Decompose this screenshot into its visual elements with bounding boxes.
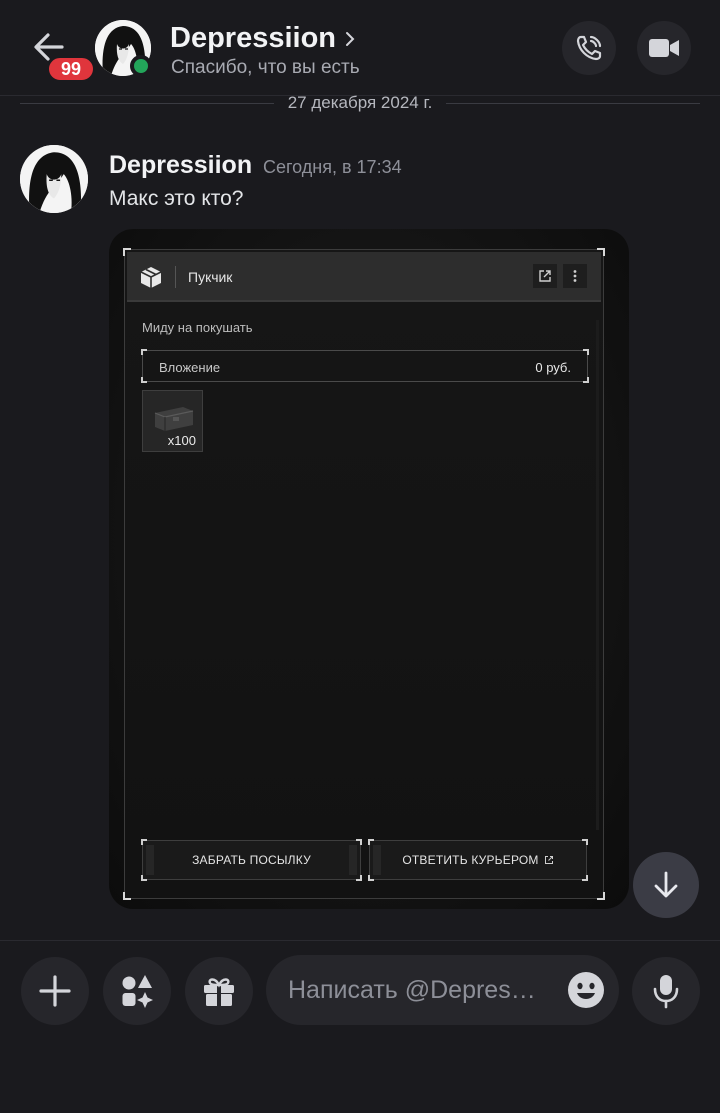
unread-count-badge: 99 bbox=[46, 55, 96, 83]
message-input-placeholder[interactable]: Написать @Depressiion bbox=[288, 976, 548, 1005]
field-corner bbox=[583, 377, 589, 383]
arrow-down-icon bbox=[654, 871, 678, 898]
panel-titlebar: Пукчик bbox=[127, 252, 601, 302]
online-status-indicator bbox=[130, 55, 152, 77]
message-author-name[interactable]: Depressiion bbox=[109, 151, 252, 180]
scroll-to-bottom-button[interactable] bbox=[633, 852, 699, 918]
video-camera-icon bbox=[649, 39, 679, 57]
chat-header: 99 Depressiion Спасибо, что вы есть bbox=[0, 0, 720, 96]
field-corner bbox=[141, 349, 147, 355]
titlebar-divider bbox=[175, 266, 176, 288]
gift-icon bbox=[204, 978, 234, 1006]
take-parcel-button: ЗАБРАТЬ ПОСЫЛКУ bbox=[141, 839, 362, 881]
chevron-right-icon bbox=[346, 31, 355, 46]
date-separator-label: 27 декабря 2024 г. bbox=[287, 93, 433, 112]
attachment-value-field: Вложение 0 руб. bbox=[141, 349, 589, 383]
button-edge bbox=[146, 845, 154, 875]
add-attachment-button[interactable] bbox=[21, 957, 89, 1025]
message-input[interactable]: Написать @Depressiion bbox=[266, 955, 619, 1025]
button-edge bbox=[349, 845, 357, 875]
button-corner bbox=[356, 875, 362, 881]
voice-message-button[interactable] bbox=[632, 957, 700, 1025]
field-label: Вложение bbox=[159, 360, 221, 375]
microphone-icon bbox=[653, 975, 679, 1009]
apps-button[interactable] bbox=[103, 957, 171, 1025]
reply-courier-label: ОТВЕТИТЬ КУРЬЕРОМ bbox=[402, 853, 539, 867]
panel-title: Пукчик bbox=[188, 269, 233, 285]
button-edge bbox=[373, 845, 381, 875]
phone-call-icon bbox=[576, 35, 602, 61]
voice-call-button[interactable] bbox=[562, 21, 616, 75]
take-parcel-label: ЗАБРАТЬ ПОСЫЛКУ bbox=[192, 853, 311, 867]
divider-line bbox=[20, 102, 274, 104]
custom-status-text: Спасибо, что вы есть bbox=[171, 57, 360, 78]
field-corner bbox=[583, 349, 589, 355]
message-author-avatar[interactable] bbox=[20, 145, 88, 213]
plus-icon bbox=[39, 975, 71, 1007]
message-timestamp: Сегодня, в 17:34 bbox=[263, 157, 402, 177]
field-corner bbox=[141, 377, 147, 383]
emoji-smile-icon[interactable] bbox=[567, 971, 605, 1009]
video-call-button[interactable] bbox=[637, 21, 691, 75]
panel-corner bbox=[597, 892, 605, 900]
message-text: Макс это кто? bbox=[109, 187, 244, 210]
game-parcel-panel: Пукчик Миду на покушать Вложение 0 руб. bbox=[123, 248, 605, 900]
button-corner bbox=[582, 839, 588, 845]
panel-scrollbar bbox=[596, 320, 599, 830]
button-corner bbox=[582, 875, 588, 881]
parcel-item-slot: x100 bbox=[142, 390, 203, 452]
gift-button[interactable] bbox=[185, 957, 253, 1025]
date-separator: 27 декабря 2024 г. bbox=[20, 92, 700, 114]
more-vertical-icon bbox=[563, 264, 587, 288]
avatar-image bbox=[20, 145, 88, 213]
button-corner bbox=[368, 875, 374, 881]
message-image-attachment[interactable]: Пукчик Миду на покушать Вложение 0 руб. bbox=[109, 229, 629, 909]
divider-line bbox=[446, 102, 700, 104]
apps-shapes-icon bbox=[122, 975, 153, 1008]
panel-corner bbox=[123, 892, 131, 900]
item-quantity: x100 bbox=[167, 433, 196, 448]
parcel-subtitle: Миду на покушать bbox=[142, 320, 253, 335]
header-username-label: Depressiion bbox=[170, 22, 336, 54]
external-link-icon bbox=[533, 264, 557, 288]
parcel-box-icon bbox=[140, 267, 162, 288]
field-value: 0 руб. bbox=[535, 360, 571, 375]
reply-courier-button: ОТВЕТИТЬ КУРЬЕРОМ bbox=[368, 839, 588, 881]
header-username[interactable]: Depressiion bbox=[170, 22, 356, 55]
external-link-icon bbox=[544, 856, 553, 864]
button-corner bbox=[141, 875, 147, 881]
